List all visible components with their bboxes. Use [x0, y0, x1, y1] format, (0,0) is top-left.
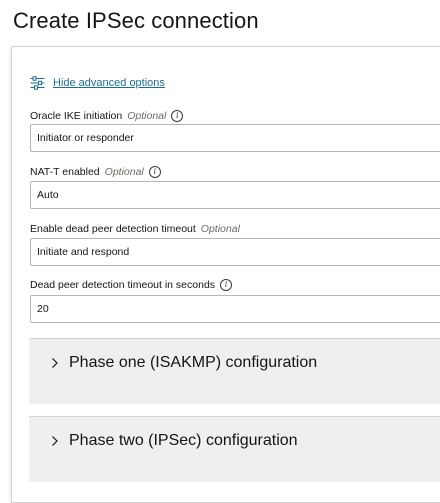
nat-t-select[interactable]: Auto	[30, 181, 440, 209]
phase-two-section[interactable]: Phase two (IPSec) configuration	[29, 416, 440, 482]
ike-initiation-label-text: Oracle IKE initiation	[30, 110, 123, 122]
nat-t-label-text: NAT-T enabled	[30, 166, 100, 178]
ike-initiation-select[interactable]: Initiator or responder	[30, 124, 440, 152]
dpd-timeout-label: Dead peer detection timeout in seconds i	[30, 278, 233, 292]
optional-tag: Optional	[127, 110, 167, 122]
dpd-timeout-input[interactable]: 20	[30, 295, 440, 323]
info-icon[interactable]: i	[171, 110, 184, 122]
hide-advanced-options-link[interactable]: Hide advanced options	[53, 77, 165, 89]
optional-tag: Optional	[200, 223, 240, 235]
dpd-enable-label: Enable dead peer detection timeout Optio…	[30, 222, 240, 236]
page-title: Create IPSec connection	[13, 8, 259, 33]
dpd-timeout-label-text: Dead peer detection timeout in seconds	[30, 279, 216, 291]
phase-one-section[interactable]: Phase one (ISAKMP) configuration	[29, 338, 440, 404]
info-icon[interactable]: i	[220, 279, 233, 291]
page-header: Create IPSec connection	[0, 0, 440, 46]
chevron-right-icon	[52, 358, 58, 368]
nat-t-label: NAT-T enabled Optional i	[30, 165, 161, 179]
hide-advanced-options-toggle[interactable]: Hide advanced options	[30, 74, 165, 92]
dpd-enable-label-text: Enable dead peer detection timeout	[30, 223, 196, 235]
chevron-right-icon	[52, 436, 58, 446]
sliders-icon	[30, 76, 45, 90]
phase-two-title: Phase two (IPSec) configuration	[69, 432, 298, 449]
info-icon[interactable]: i	[148, 166, 161, 178]
ike-initiation-label: Oracle IKE initiation Optional i	[30, 109, 184, 123]
phase-one-title: Phase one (ISAKMP) configuration	[69, 354, 318, 371]
dpd-enable-select[interactable]: Initiate and respond	[30, 238, 440, 266]
optional-tag: Optional	[104, 166, 144, 178]
